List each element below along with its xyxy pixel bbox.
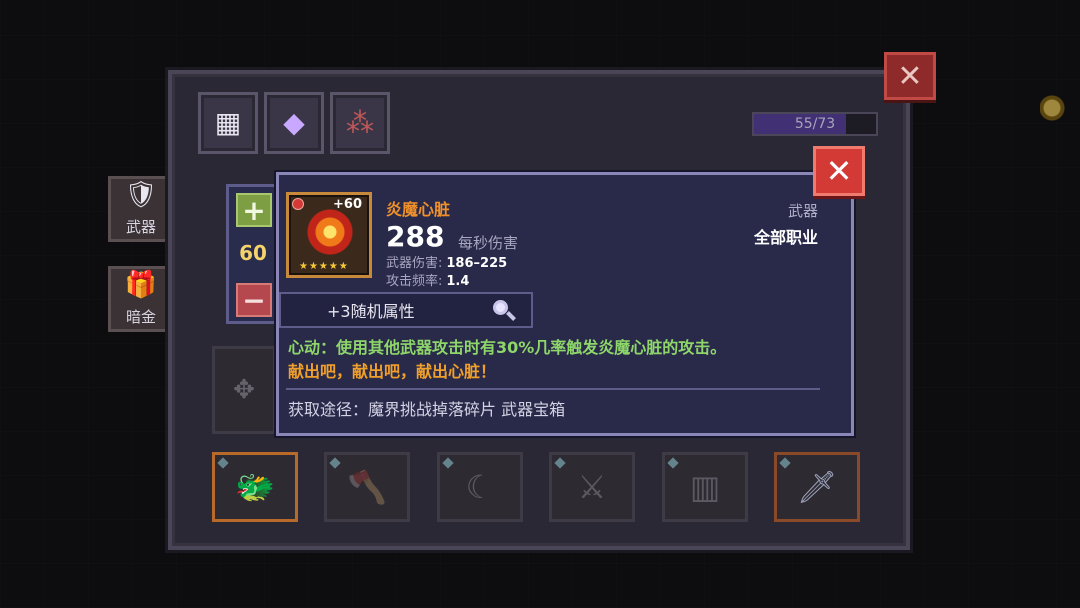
close-icon: ✕ [897,58,923,94]
item-class: 全部职业 [753,228,818,247]
side-tab-label: 暗金 [125,308,156,326]
dps-label: 每秒伤害 [458,234,519,252]
gem-marker [329,457,341,469]
window-close-button[interactable]: ✕ [884,52,936,100]
item-slot[interactable]: 🪓 [324,452,410,522]
decrease-level-button[interactable]: − [236,283,272,317]
item-slot[interactable]: 🗡 [774,452,860,522]
inventory-counter: 55/73 [752,112,878,136]
plus-icon: + [242,193,266,227]
damage-label: 武器伤害: [386,256,443,271]
divider [286,388,820,390]
flavor-text: 献出吧，献出吧，献出心脏！ [288,362,497,381]
gem-marker [667,457,679,469]
level-stepper: + 60 − [226,184,280,324]
rate-value: 1.4 [446,274,470,289]
item-type: 武器 [787,202,818,220]
dps-value: 288 [386,220,445,253]
rarity-badge-icon [292,198,304,210]
minus-icon: − [242,283,266,317]
side-tab-legendary[interactable]: 🎁 暗金 [108,266,174,332]
shield-icon: 🛡 [124,180,158,210]
left-weapon-slot[interactable]: ✥ [212,346,276,434]
chest-icon: 🎁 [124,270,158,300]
item-name: 炎魔心脏 [386,200,451,219]
dragon-icon: 🐲 [235,468,275,506]
three-orbs-icon: ⁂ [346,106,374,139]
detail-close-button[interactable]: ✕ [813,146,865,196]
damage-value: 186–225 [446,256,508,271]
increase-level-button[interactable]: + [236,193,272,227]
random-attribute-label: +3随机属性 [327,302,415,321]
item-icon-frame: +60 ★★★★★ [286,192,372,278]
item-slot[interactable]: ▥ [662,452,748,522]
item-source: 获取途径：魔界挑战掉落碎片 武器宝箱 [288,400,566,419]
level-value: 60 [239,241,267,265]
spiked-weapon-icon: ✥ [233,375,255,405]
damage-stat: 武器伤害: 186–225 [386,252,507,271]
sword-icon: 🗡 [796,468,838,506]
magnifier-icon[interactable] [491,298,517,324]
random-attribute-row[interactable]: +3随机属性 [279,292,533,328]
item-slot[interactable]: ☾ [437,452,523,522]
crystal-icon: ◆ [283,106,305,139]
axe-icon: 🪓 [347,468,387,506]
item-slot[interactable]: ⚔ [549,452,635,522]
tab-orbs-category[interactable]: ⁂ [330,92,390,154]
claw-icon: ☾ [465,468,495,506]
rate-label: 攻击频率: [386,274,443,289]
rate-stat: 攻击频率: 1.4 [386,270,469,289]
tab-gem-category[interactable]: ◆ [264,92,324,154]
close-icon: ✕ [825,152,853,190]
gem-marker [554,457,566,469]
effect-description: 心动：使用其他武器攻击时有30%几率触发炎魔心脏的攻击。 [288,338,727,357]
counter-text: 55/73 [794,116,836,132]
four-squares-icon: ▦ [214,106,242,139]
item-bonus: +60 [333,197,362,212]
side-tab-label: 武器 [125,218,156,236]
gem-marker [442,457,454,469]
blade-icon: ⚔ [577,468,607,506]
star-rating: ★★★★★ [299,261,349,272]
armor-icon: ▥ [689,468,721,506]
item-slot[interactable]: 🐲 [212,452,298,522]
tab-grid-category[interactable]: ▦ [198,92,258,154]
gem-marker [217,457,229,469]
gem-marker [779,457,791,469]
side-tab-weapons[interactable]: 🛡 武器 [108,176,174,242]
item-effect-text: 心动：使用其他武器攻击时有30%几率触发炎魔心脏的攻击。 献出吧，献出吧，献出心… [288,336,844,384]
